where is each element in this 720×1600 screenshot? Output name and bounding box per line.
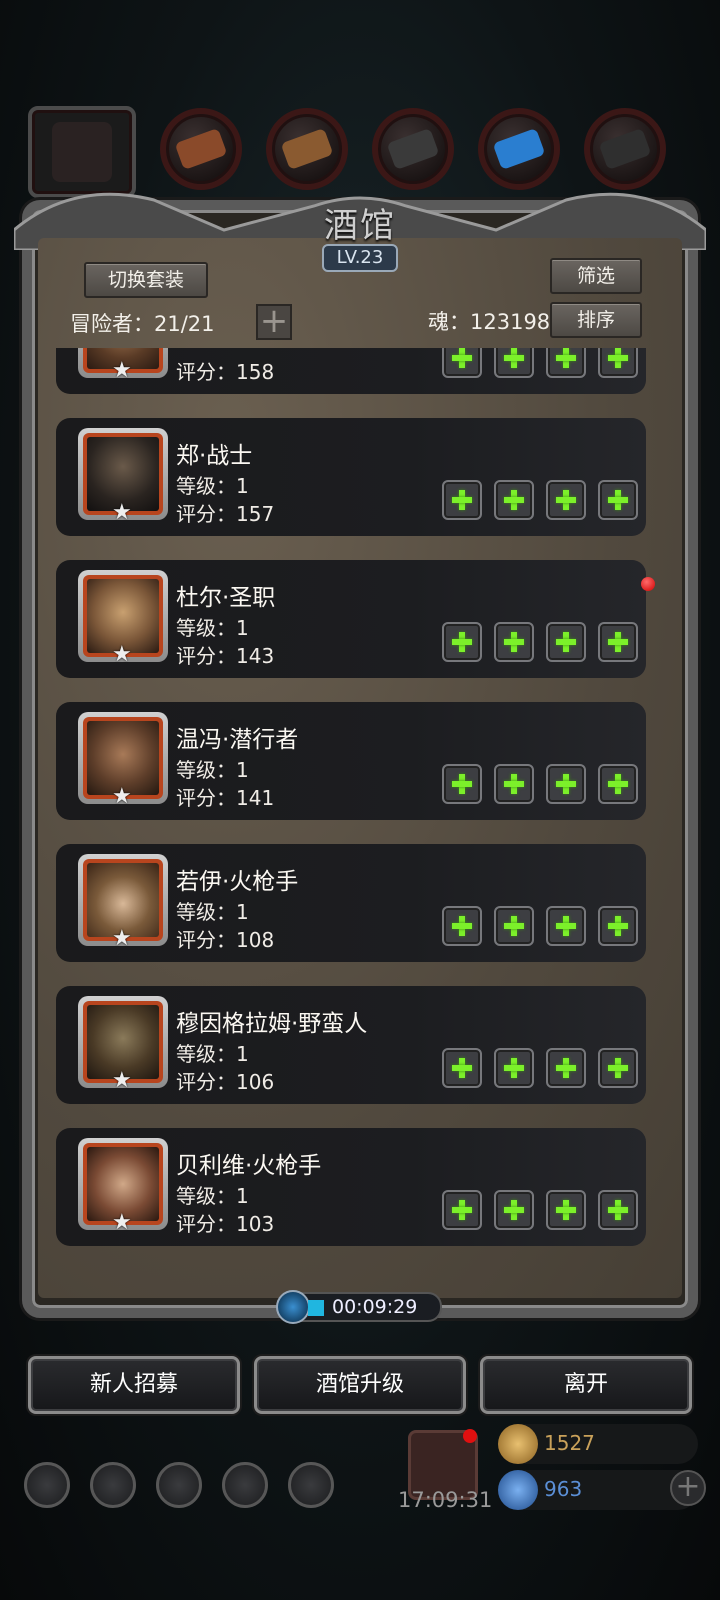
shop-icon[interactable] <box>156 1462 202 1508</box>
gift-notification-dot <box>463 1429 477 1443</box>
hero-level: 等级：1 <box>176 616 249 640</box>
accessory-slot-plus-icon[interactable] <box>546 480 586 520</box>
star-icon: ★ <box>112 642 132 667</box>
hero-level: 等级：1 <box>176 1042 249 1066</box>
refresh-timer: 00:09:29 <box>276 1290 442 1324</box>
skill-slot-plus-icon[interactable] <box>598 348 638 378</box>
page-title: 酒馆 <box>324 206 396 246</box>
filter-button[interactable]: 筛选 <box>550 258 642 294</box>
star-icon: ★ <box>112 1210 132 1235</box>
weapon-slot-plus-icon[interactable] <box>442 1190 482 1230</box>
skill-slot-plus-icon[interactable] <box>598 906 638 946</box>
hero-name: 郑·战士 <box>176 443 253 469</box>
hero-row[interactable]: ★ 若伊·火枪手 等级：1 评分：108 <box>56 844 646 962</box>
accessory-slot-plus-icon[interactable] <box>546 906 586 946</box>
leave-button[interactable]: 离开 <box>480 1356 692 1414</box>
weapon-slot-plus-icon[interactable] <box>442 764 482 804</box>
hero-name: 穆因格拉姆·野蛮人 <box>176 1011 368 1037</box>
iron-ingot-icon <box>386 127 440 171</box>
hero-level: 等级：1 <box>176 900 249 924</box>
achievement-star-icon[interactable] <box>90 1462 136 1508</box>
hero-name: 温冯·潜行者 <box>176 727 299 753</box>
accessory-slot-plus-icon[interactable] <box>546 348 586 378</box>
weapon-slot-plus-icon[interactable] <box>442 906 482 946</box>
hero-row[interactable]: ★ 贝利维·火枪手 等级：1 评分：103 <box>56 1128 646 1246</box>
skill-slot-plus-icon[interactable] <box>598 1048 638 1088</box>
star-icon: ★ <box>112 784 132 809</box>
star-icon: ★ <box>112 926 132 951</box>
switch-outfit-button[interactable]: 切换套装 <box>84 262 208 298</box>
timer-progress-icon <box>308 1300 324 1316</box>
gem-amount: 963 <box>544 1477 583 1501</box>
mail-icon[interactable] <box>222 1462 268 1508</box>
hero-score: 评分：108 <box>176 928 275 952</box>
gold-amount: 1527 <box>544 1431 595 1455</box>
armor-slot-plus-icon[interactable] <box>494 906 534 946</box>
armor-slot-plus-icon[interactable] <box>494 764 534 804</box>
settings-gear-icon[interactable] <box>24 1462 70 1508</box>
sort-button[interactable]: 排序 <box>550 302 642 338</box>
star-icon: ★ <box>112 500 132 525</box>
hero-score: 评分：143 <box>176 644 275 668</box>
hero-score: 评分：158 <box>176 360 275 384</box>
star-icon: ★ <box>112 1068 132 1093</box>
add-gems-button[interactable]: + <box>670 1470 706 1506</box>
souls-count: 魂：123198 <box>428 310 551 334</box>
hero-row[interactable]: ★ 评分：158 <box>56 348 646 394</box>
hero-score: 评分：103 <box>176 1212 275 1236</box>
armor-slot-plus-icon[interactable] <box>494 348 534 378</box>
hero-level: 等级：1 <box>176 1184 249 1208</box>
hero-score: 评分：106 <box>176 1070 275 1094</box>
hero-level: 等级：1 <box>176 758 249 782</box>
gem-icon <box>498 1470 538 1510</box>
skill-slot-plus-icon[interactable] <box>598 622 638 662</box>
timer-value: 00:09:29 <box>332 1296 418 1318</box>
wood-plank-icon <box>280 127 334 171</box>
crystal-icon <box>492 127 546 171</box>
hero-level: 等级：1 <box>176 474 249 498</box>
tavern-level-badge: LV.23 <box>322 244 398 272</box>
armor-slot-plus-icon[interactable] <box>494 480 534 520</box>
upgrade-tavern-button[interactable]: 酒馆升级 <box>254 1356 466 1414</box>
clock-icon <box>276 1290 310 1324</box>
armor-slot-plus-icon[interactable] <box>494 1048 534 1088</box>
gold-coin-icon <box>498 1424 538 1464</box>
skill-slot-plus-icon[interactable] <box>598 1190 638 1230</box>
forge-icon[interactable] <box>288 1462 334 1508</box>
hero-row[interactable]: ★ 穆因格拉姆·野蛮人 等级：1 评分：106 <box>56 986 646 1104</box>
hero-name: 贝利维·火枪手 <box>176 1153 322 1179</box>
armor-slot-plus-icon[interactable] <box>494 1190 534 1230</box>
axe-icon <box>174 127 228 171</box>
hero-score: 评分：141 <box>176 786 275 810</box>
game-clock: 17:09:31 <box>398 1488 493 1512</box>
recruit-button[interactable]: 新人招募 <box>28 1356 240 1414</box>
weapon-slot-plus-icon[interactable] <box>442 480 482 520</box>
adventurer-count: 冒险者：21/21 <box>70 312 215 336</box>
hero-score: 评分：157 <box>176 502 275 526</box>
hero-list[interactable]: ★ 评分：158 ★ 郑·战士 等级：1 评分：157 ★ 杜尔·圣职 等级：1… <box>56 348 662 1266</box>
accessory-slot-plus-icon[interactable] <box>546 622 586 662</box>
star-icon: ★ <box>112 358 132 383</box>
armor-slot-plus-icon[interactable] <box>494 622 534 662</box>
gem-resource: 963 <box>498 1470 698 1510</box>
add-adventurer-slot-button[interactable]: + <box>256 304 292 340</box>
skill-slot-plus-icon[interactable] <box>598 480 638 520</box>
gold-resource: 1527 <box>498 1424 698 1464</box>
weapon-slot-plus-icon[interactable] <box>442 348 482 378</box>
notification-dot <box>641 577 655 591</box>
weapon-slot-plus-icon[interactable] <box>442 1048 482 1088</box>
hero-row[interactable]: ★ 温冯·潜行者 等级：1 评分：141 <box>56 702 646 820</box>
hero-row[interactable]: ★ 郑·战士 等级：1 评分：157 <box>56 418 646 536</box>
hero-name: 杜尔·圣职 <box>176 585 276 611</box>
accessory-slot-plus-icon[interactable] <box>546 1190 586 1230</box>
skill-slot-plus-icon[interactable] <box>598 764 638 804</box>
weapon-slot-plus-icon[interactable] <box>442 622 482 662</box>
stone-icon <box>598 127 652 171</box>
hero-name: 若伊·火枪手 <box>176 869 299 895</box>
accessory-slot-plus-icon[interactable] <box>546 764 586 804</box>
hero-row[interactable]: ★ 杜尔·圣职 等级：1 评分：143 <box>56 560 646 678</box>
accessory-slot-plus-icon[interactable] <box>546 1048 586 1088</box>
